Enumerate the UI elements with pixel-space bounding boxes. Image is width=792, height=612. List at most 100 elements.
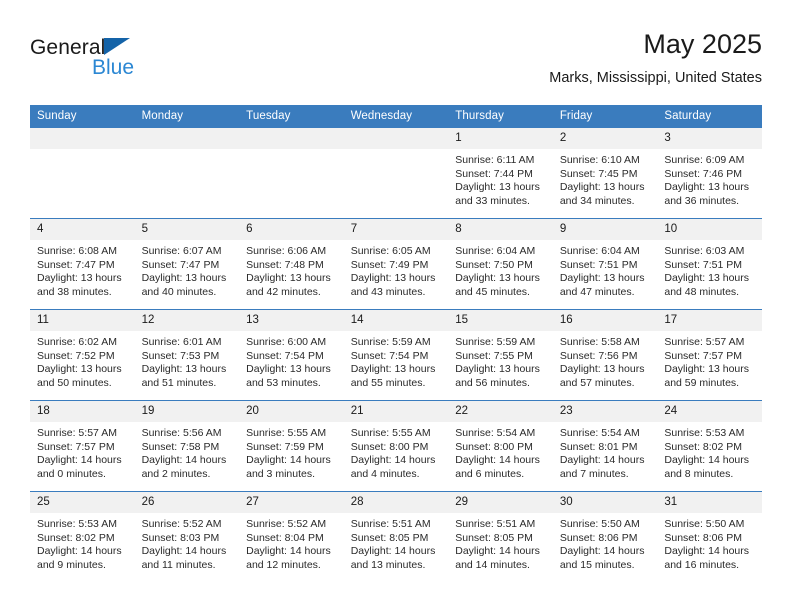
day-sun-info: Sunrise: 5:53 AM Sunset: 8:02 PM Daylight:… (657, 422, 762, 481)
day-number: 5 (134, 219, 240, 240)
calendar-day-cell[interactable]: 27 Sunrise: 5:52 AM Sunset: 8:04 PM Dayligh… (239, 491, 344, 582)
calendar-day-cell-empty (134, 128, 240, 219)
daylight-duration-line1: Daylight: 14 hours (664, 545, 750, 558)
calendar-day-cell[interactable]: 15 Sunrise: 5:59 AM Sunset: 7:55 PM Dayligh… (448, 309, 553, 401)
sunrise-time: Sunrise: 6:03 AM (664, 245, 745, 257)
calendar-day-cell[interactable]: 2 Sunrise: 6:10 AM Sunset: 7:45 PM Daylight… (552, 128, 658, 219)
sunset-time: Sunset: 7:46 PM (664, 167, 743, 180)
day-sun-info: Sunrise: 6:09 AM Sunset: 7:46 PM Daylight:… (657, 149, 762, 208)
calendar-day-cell[interactable]: 7 Sunrise: 6:05 AM Sunset: 7:49 PM Daylight… (343, 218, 449, 310)
day-number: 6 (239, 219, 344, 240)
daylight-duration-line1: Daylight: 13 hours (37, 272, 122, 285)
calendar-day-cell[interactable]: 11 Sunrise: 6:02 AM Sunset: 7:52 PM Dayligh… (30, 309, 135, 401)
day-sun-info: Sunrise: 5:51 AM Sunset: 8:05 PM Daylight:… (344, 513, 449, 572)
calendar-day-cell[interactable]: 13 Sunrise: 6:00 AM Sunset: 7:54 PM Dayligh… (239, 309, 344, 401)
calendar-day-cell[interactable]: 26 Sunrise: 5:52 AM Sunset: 8:03 PM Dayligh… (134, 491, 240, 582)
day-number (343, 128, 449, 149)
sunrise-time: Sunrise: 6:06 AM (246, 245, 327, 257)
sunrise-time: Sunrise: 6:05 AM (350, 245, 431, 257)
sunset-time: Sunset: 7:47 PM (141, 258, 220, 271)
sunset-time: Sunset: 7:48 PM (246, 258, 324, 271)
sunset-time: Sunset: 7:51 PM (664, 258, 743, 271)
day-number: 7 (343, 219, 449, 240)
daylight-duration-line1: Daylight: 13 hours (559, 181, 645, 194)
calendar-header-row: Sunday Monday Tuesday Wednesday Thursday… (30, 105, 762, 128)
daylight-duration-line1: Daylight: 14 hours (246, 545, 331, 558)
weekday-header-wednesday: Wednesday (343, 105, 449, 128)
daylight-duration-line1: Daylight: 14 hours (559, 454, 645, 467)
calendar-day-cell[interactable]: 30 Sunrise: 5:50 AM Sunset: 8:06 PM Dayligh… (552, 491, 658, 582)
sunrise-time: Sunrise: 5:56 AM (141, 427, 222, 439)
calendar-week-row: 4 Sunrise: 6:08 AM Sunset: 7:47 PM Daylight… (30, 218, 762, 310)
day-sun-info: Sunrise: 6:06 AM Sunset: 7:48 PM Daylight:… (239, 240, 344, 299)
calendar-day-cell[interactable]: 23 Sunrise: 5:54 AM Sunset: 8:01 PM Dayligh… (552, 400, 658, 492)
calendar-day-cell[interactable]: 18 Sunrise: 5:57 AM Sunset: 7:57 PM Dayligh… (30, 400, 135, 492)
calendar-day-cell[interactable]: 8 Sunrise: 6:04 AM Sunset: 7:50 PM Daylight… (448, 218, 553, 310)
sunset-time: Sunset: 7:49 PM (350, 258, 429, 271)
calendar-day-cell[interactable]: 4 Sunrise: 6:08 AM Sunset: 7:47 PM Daylight… (30, 218, 135, 310)
daylight-duration-line1: Daylight: 14 hours (37, 454, 122, 467)
day-sun-info: Sunrise: 5:54 AM Sunset: 8:01 PM Daylight:… (553, 422, 658, 481)
calendar-day-cell[interactable]: 14 Sunrise: 5:59 AM Sunset: 7:54 PM Dayligh… (343, 309, 449, 401)
weekday-header-tuesday: Tuesday (239, 105, 344, 128)
day-sun-info: Sunrise: 6:11 AM Sunset: 7:44 PM Daylight:… (448, 149, 553, 208)
sunset-time: Sunset: 7:54 PM (246, 349, 324, 362)
calendar-day-cell[interactable]: 16 Sunrise: 5:58 AM Sunset: 7:56 PM Dayligh… (552, 309, 658, 401)
calendar-day-cell[interactable]: 3 Sunrise: 6:09 AM Sunset: 7:46 PM Daylight… (657, 128, 762, 219)
sunrise-time: Sunrise: 5:51 AM (455, 518, 536, 530)
sunrise-time: Sunrise: 6:09 AM (664, 154, 745, 166)
sunset-time: Sunset: 8:02 PM (37, 531, 115, 544)
calendar-day-cell[interactable]: 20 Sunrise: 5:55 AM Sunset: 7:59 PM Dayligh… (239, 400, 344, 492)
calendar-day-cell[interactable]: 19 Sunrise: 5:56 AM Sunset: 7:58 PM Dayligh… (134, 400, 240, 492)
calendar-day-cell[interactable]: 10 Sunrise: 6:03 AM Sunset: 7:51 PM Dayligh… (657, 218, 762, 310)
calendar-day-cell[interactable]: 24 Sunrise: 5:53 AM Sunset: 8:02 PM Dayligh… (657, 400, 762, 492)
calendar-day-cell[interactable]: 28 Sunrise: 5:51 AM Sunset: 8:05 PM Dayligh… (343, 491, 449, 582)
sunrise-time: Sunrise: 5:55 AM (246, 427, 327, 439)
daylight-duration-line1: Daylight: 14 hours (246, 454, 331, 467)
calendar-day-cell[interactable]: 21 Sunrise: 5:55 AM Sunset: 8:00 PM Dayligh… (343, 400, 449, 492)
sunset-time: Sunset: 7:50 PM (455, 258, 533, 271)
daylight-duration-line1: Daylight: 14 hours (141, 454, 227, 467)
calendar-day-cell[interactable]: 17 Sunrise: 5:57 AM Sunset: 7:57 PM Dayligh… (657, 309, 762, 401)
calendar-day-cell[interactable]: 1 Sunrise: 6:11 AM Sunset: 7:44 PM Daylight… (448, 128, 553, 219)
day-number: 20 (239, 401, 344, 422)
calendar-day-cell[interactable]: 5 Sunrise: 6:07 AM Sunset: 7:47 PM Daylight… (134, 218, 240, 310)
calendar-table: Sunday Monday Tuesday Wednesday Thursday… (30, 105, 762, 582)
calendar-day-cell[interactable]: 22 Sunrise: 5:54 AM Sunset: 8:00 PM Dayligh… (448, 400, 553, 492)
daylight-duration-line1: Daylight: 13 hours (664, 363, 750, 376)
daylight-duration-line2: and 12 minutes. (246, 558, 321, 571)
calendar-day-cell[interactable]: 6 Sunrise: 6:06 AM Sunset: 7:48 PM Daylight… (239, 218, 344, 310)
day-sun-info: Sunrise: 6:05 AM Sunset: 7:49 PM Daylight:… (344, 240, 449, 299)
weekday-header-saturday: Saturday (657, 105, 762, 128)
day-number (30, 128, 135, 149)
calendar-day-cell[interactable]: 31 Sunrise: 5:50 AM Sunset: 8:06 PM Dayligh… (657, 491, 762, 582)
daylight-duration-line1: Daylight: 13 hours (141, 272, 227, 285)
day-number: 15 (448, 310, 553, 331)
daylight-duration-line2: and 33 minutes. (455, 194, 530, 207)
calendar-day-cell[interactable]: 29 Sunrise: 5:51 AM Sunset: 8:05 PM Dayligh… (448, 491, 553, 582)
calendar-day-cell[interactable]: 9 Sunrise: 6:04 AM Sunset: 7:51 PM Daylight… (552, 218, 658, 310)
day-number: 30 (552, 492, 658, 513)
day-sun-info: Sunrise: 6:00 AM Sunset: 7:54 PM Daylight:… (239, 331, 344, 390)
calendar-week-row: 25 Sunrise: 5:53 AM Sunset: 8:02 PM Dayligh… (30, 491, 762, 582)
calendar-week-row: 1 Sunrise: 6:11 AM Sunset: 7:44 PM Daylight… (30, 128, 762, 219)
sunset-time: Sunset: 7:44 PM (455, 167, 533, 180)
daylight-duration-line1: Daylight: 13 hours (664, 181, 750, 194)
daylight-duration-line2: and 6 minutes. (455, 467, 525, 480)
daylight-duration-line2: and 48 minutes. (664, 285, 740, 298)
calendar-day-cell[interactable]: 25 Sunrise: 5:53 AM Sunset: 8:02 PM Dayligh… (30, 491, 135, 582)
weekday-header-sunday: Sunday (30, 105, 135, 128)
day-number (239, 128, 344, 149)
daylight-duration-line2: and 14 minutes. (455, 558, 530, 571)
day-sun-info: Sunrise: 6:10 AM Sunset: 7:45 PM Daylight:… (553, 149, 658, 208)
daylight-duration-line2: and 0 minutes. (37, 467, 106, 480)
brand-logo[interactable]: General Blue (30, 36, 250, 88)
day-number: 24 (657, 401, 762, 422)
daylight-duration-line1: Daylight: 14 hours (455, 454, 540, 467)
title-block: May 2025 Marks, Mississippi, United Stat… (549, 28, 762, 88)
day-number: 2 (552, 128, 658, 149)
calendar-day-cell-empty (343, 128, 449, 219)
day-sun-info: Sunrise: 6:04 AM Sunset: 7:51 PM Daylight:… (553, 240, 658, 299)
calendar-day-cell[interactable]: 12 Sunrise: 6:01 AM Sunset: 7:53 PM Dayligh… (134, 309, 240, 401)
day-number: 4 (30, 219, 135, 240)
